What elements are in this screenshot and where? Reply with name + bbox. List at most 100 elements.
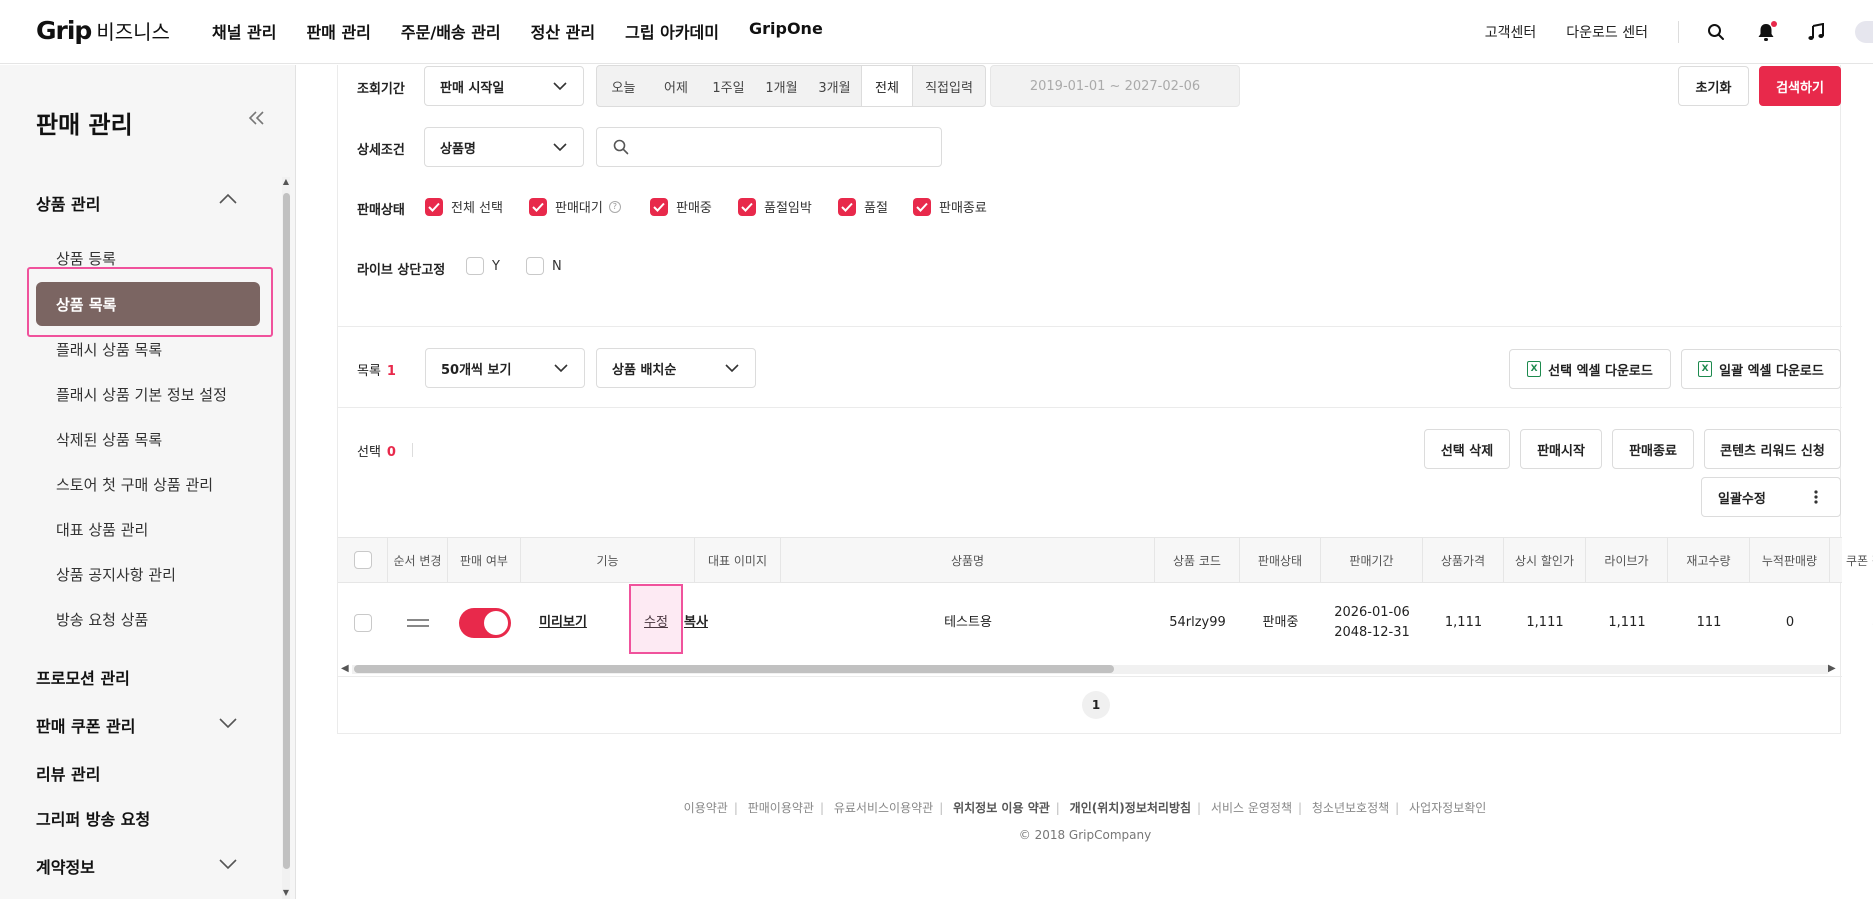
sidebar-item-product-register[interactable]: 상품 등록: [56, 248, 116, 269]
menu-settlement[interactable]: 정산 관리: [531, 19, 595, 43]
footer-link-location-terms[interactable]: 위치정보 이용 약관: [953, 801, 1050, 815]
footer-link-terms[interactable]: 이용약관: [684, 801, 728, 815]
download-center-link[interactable]: 다운로드 센터: [1566, 22, 1648, 42]
main-content: 조회기간 판매 시작일 오늘 어제 1주일 1개월 3개월 전체 직접입력 20…: [297, 65, 1873, 899]
scrollbar-thumb[interactable]: [283, 193, 290, 869]
double-chevron-left-icon[interactable]: [248, 111, 266, 129]
sidebar-item-flash-list[interactable]: 플래시 상품 목록: [56, 339, 162, 360]
sidebar-item-flash-settings[interactable]: 플래시 상품 기본 정보 설정: [56, 384, 227, 405]
preview-link[interactable]: 미리보기: [538, 583, 588, 663]
footer-link-sales-terms[interactable]: 판매이용약관: [748, 801, 814, 815]
status-checkbox-waiting[interactable]: 판매대기 ?: [529, 197, 621, 216]
sidebar-item-deleted[interactable]: 삭제된 상품 목록: [56, 429, 162, 450]
col-on-sale: 판매 여부: [448, 538, 521, 582]
status-checkbox-on-sale[interactable]: 판매중: [650, 197, 712, 216]
footer-link-business-info[interactable]: 사업자정보확인: [1409, 801, 1486, 815]
live-pin-checkbox-n[interactable]: N: [526, 257, 562, 275]
bell-icon[interactable]: [1755, 21, 1777, 43]
check-icon: [838, 197, 856, 216]
sidebar-item-featured[interactable]: 대표 상품 관리: [56, 519, 148, 540]
product-price: 1,111: [1444, 614, 1483, 630]
logo[interactable]: Grip 비즈니스: [36, 16, 170, 45]
reset-button[interactable]: 초기화: [1678, 66, 1749, 106]
search-button[interactable]: 검색하기: [1759, 66, 1841, 106]
sort-select[interactable]: 상품 배치순: [596, 348, 756, 388]
kebab-menu-icon[interactable]: [1814, 490, 1818, 508]
period-all[interactable]: 전체: [861, 66, 913, 106]
drag-handle-icon[interactable]: [407, 619, 429, 627]
period-select[interactable]: 판매 시작일: [424, 66, 584, 106]
chevron-up-icon[interactable]: [218, 193, 238, 209]
divider: [1678, 21, 1679, 43]
col-period: 판매기간: [1321, 538, 1423, 582]
content-reward-button[interactable]: 콘텐츠 리워드 신청: [1704, 429, 1841, 469]
sidebar-section-contract[interactable]: 계약정보: [36, 854, 95, 878]
row-checkbox[interactable]: [354, 614, 372, 632]
status-checkbox-all[interactable]: 전체 선택: [425, 197, 503, 216]
footer-link-paid-terms[interactable]: 유료서비스이용약관: [834, 801, 933, 815]
avatar[interactable]: [1855, 21, 1873, 43]
sidebar-item-broadcast-request[interactable]: 방송 요청 상품: [56, 609, 148, 630]
pagination-page[interactable]: 1: [1082, 691, 1110, 719]
bulk-edit-button[interactable]: 일괄수정: [1701, 477, 1841, 517]
period-custom[interactable]: 직접입력: [913, 66, 985, 106]
period-3months[interactable]: 3개월: [808, 66, 861, 106]
chevron-down-icon: [553, 80, 567, 95]
excel-selected-download-button[interactable]: X 선택 엑셀 다운로드: [1509, 349, 1671, 389]
scroll-up-icon[interactable]: ▲: [282, 177, 290, 187]
checkbox-label: N: [552, 258, 562, 274]
delete-selected-button[interactable]: 선택 삭제: [1424, 429, 1510, 469]
music-note-icon[interactable]: [1805, 21, 1827, 43]
excel-all-download-button[interactable]: X 일괄 엑셀 다운로드: [1681, 349, 1841, 389]
on-sale-toggle[interactable]: [458, 608, 511, 638]
scroll-left-icon[interactable]: ◀: [341, 663, 349, 674]
footer-link-privacy[interactable]: 개인(위치)정보처리방침: [1070, 801, 1191, 815]
period-today[interactable]: 오늘: [597, 66, 650, 106]
scroll-right-icon[interactable]: ▶: [1828, 663, 1836, 674]
drag-handle-cell: [388, 583, 448, 663]
period-1week[interactable]: 1주일: [702, 66, 755, 106]
scroll-down-icon[interactable]: ▼: [282, 888, 290, 898]
sidebar-scrollbar[interactable]: ▲ ▼: [282, 177, 290, 899]
sidebar-section-review[interactable]: 리뷰 관리: [36, 761, 100, 785]
status-checkbox-almost-sold-out[interactable]: 품절임박: [738, 197, 812, 216]
search-input[interactable]: [596, 127, 942, 167]
date-range-input[interactable]: 2019-01-01 ~ 2027-02-06: [990, 65, 1240, 107]
sidebar-section-coupon[interactable]: 판매 쿠폰 관리: [36, 713, 135, 737]
menu-sales[interactable]: 판매 관리: [306, 19, 370, 43]
sidebar-section-products[interactable]: 상품 관리: [36, 191, 100, 215]
status-checkbox-sold-out[interactable]: 품절: [838, 197, 888, 216]
search-icon[interactable]: [1705, 21, 1727, 43]
menu-orders[interactable]: 주문/배송 관리: [401, 19, 501, 43]
select-all-checkbox[interactable]: [353, 551, 372, 569]
table-horizontal-scrollbar[interactable]: ◀ ▶: [338, 662, 1842, 676]
customer-center-link[interactable]: 고객센터: [1485, 22, 1537, 42]
live-pin-label: 라이브 상단고정: [357, 263, 446, 278]
sidebar-item-first-purchase[interactable]: 스토어 첫 구매 상품 관리: [56, 474, 213, 495]
sidebar-title: 판매 관리: [36, 111, 133, 139]
sidebar-section-gripper[interactable]: 그리퍼 방송 요청: [36, 806, 150, 830]
sidebar-section-promotion[interactable]: 프로모션 관리: [36, 665, 130, 689]
chevron-down-icon[interactable]: [218, 717, 238, 733]
help-icon[interactable]: ?: [608, 200, 621, 213]
period-yesterday[interactable]: 어제: [650, 66, 702, 106]
live-pin-checkbox-y[interactable]: Y: [466, 257, 500, 275]
end-sale-button[interactable]: 판매종료: [1612, 429, 1694, 469]
footer-link-youth[interactable]: 청소년보호정책: [1312, 801, 1389, 815]
menu-channel[interactable]: 채널 관리: [212, 19, 276, 43]
sidebar-item-notices[interactable]: 상품 공지사항 관리: [56, 564, 176, 585]
status-label: 판매상태: [357, 203, 405, 218]
chevron-down-icon[interactable]: [218, 858, 238, 874]
menu-gripone[interactable]: GripOne: [749, 19, 823, 43]
menu-academy[interactable]: 그립 아카데미: [625, 19, 719, 43]
detail-select[interactable]: 상품명: [424, 127, 584, 167]
page-size-select[interactable]: 50개씩 보기: [425, 348, 585, 388]
footer-link-policy[interactable]: 서비스 운영정책: [1211, 801, 1292, 815]
start-sale-button[interactable]: 판매시작: [1520, 429, 1602, 469]
detail-select-value: 상품명: [440, 141, 476, 157]
col-live-price: 라이브가: [1586, 538, 1668, 582]
period-1month[interactable]: 1개월: [755, 66, 808, 106]
scrollbar-thumb[interactable]: [354, 665, 1114, 673]
status-checkbox-ended[interactable]: 판매종료: [913, 197, 987, 216]
copyright: © 2018 GripCompany: [1018, 828, 1152, 842]
